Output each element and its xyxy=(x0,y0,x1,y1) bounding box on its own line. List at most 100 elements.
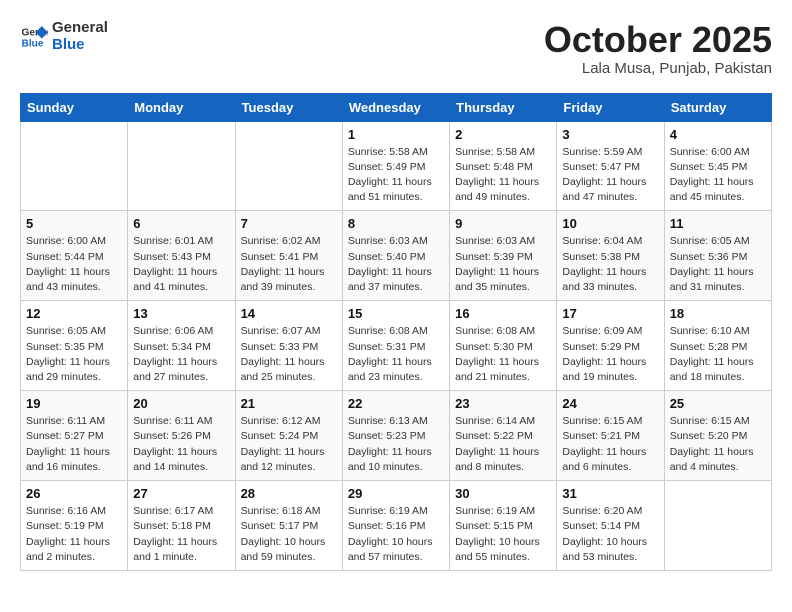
day-number: 23 xyxy=(455,396,551,411)
calendar-cell: 23 Sunrise: 6:14 AM Sunset: 5:22 PM Dayli… xyxy=(450,391,557,481)
weekday-header-sunday: Sunday xyxy=(21,93,128,121)
calendar-cell: 19 Sunrise: 6:11 AM Sunset: 5:27 PM Dayli… xyxy=(21,391,128,481)
calendar-cell: 7 Sunrise: 6:02 AM Sunset: 5:41 PM Daylig… xyxy=(235,211,342,301)
day-number: 26 xyxy=(26,486,122,501)
day-number: 25 xyxy=(670,396,766,411)
location-title: Lala Musa, Punjab, Pakistan xyxy=(544,60,772,77)
calendar-week-3: 12 Sunrise: 6:05 AM Sunset: 5:35 PM Dayli… xyxy=(21,301,772,391)
day-info: Sunrise: 6:12 AM Sunset: 5:24 PM Dayligh… xyxy=(241,414,337,475)
day-info: Sunrise: 5:59 AM Sunset: 5:47 PM Dayligh… xyxy=(562,145,658,206)
day-info: Sunrise: 6:17 AM Sunset: 5:18 PM Dayligh… xyxy=(133,504,229,565)
title-block: October 2025 Lala Musa, Punjab, Pakistan xyxy=(544,20,772,77)
day-info: Sunrise: 6:14 AM Sunset: 5:22 PM Dayligh… xyxy=(455,414,551,475)
calendar-cell: 10Sunrise: 6:04 AM Sunset: 5:38 PM Dayli… xyxy=(557,211,664,301)
day-number: 14 xyxy=(241,306,337,321)
calendar-cell: 4Sunrise: 6:00 AM Sunset: 5:45 PM Daylig… xyxy=(664,121,771,211)
day-number: 30 xyxy=(455,486,551,501)
day-info: Sunrise: 5:58 AM Sunset: 5:48 PM Dayligh… xyxy=(455,145,551,206)
calendar-cell: 30 Sunrise: 6:19 AM Sunset: 5:15 PM Dayli… xyxy=(450,481,557,571)
weekday-header-friday: Friday xyxy=(557,93,664,121)
day-number: 24 xyxy=(562,396,658,411)
day-number: 22 xyxy=(348,396,444,411)
calendar-cell: 13Sunrise: 6:06 AM Sunset: 5:34 PM Dayli… xyxy=(128,301,235,391)
day-info: Sunrise: 6:02 AM Sunset: 5:41 PM Dayligh… xyxy=(241,234,337,295)
calendar-cell: 25 Sunrise: 6:15 AM Sunset: 5:20 PM Dayli… xyxy=(664,391,771,481)
calendar-week-4: 19 Sunrise: 6:11 AM Sunset: 5:27 PM Dayli… xyxy=(21,391,772,481)
calendar-cell: 18Sunrise: 6:10 AM Sunset: 5:28 PM Dayli… xyxy=(664,301,771,391)
day-info: Sunrise: 6:01 AM Sunset: 5:43 PM Dayligh… xyxy=(133,234,229,295)
day-info: Sunrise: 6:18 AM Sunset: 5:17 PM Dayligh… xyxy=(241,504,337,565)
logo-icon: General Blue xyxy=(20,23,48,51)
calendar-cell: 29Sunrise: 6:19 AM Sunset: 5:16 PM Dayli… xyxy=(342,481,449,571)
logo-general: General xyxy=(52,20,108,37)
day-number: 28 xyxy=(241,486,337,501)
calendar-cell xyxy=(21,121,128,211)
calendar-week-5: 26 Sunrise: 6:16 AM Sunset: 5:19 PM Dayli… xyxy=(21,481,772,571)
weekday-header-thursday: Thursday xyxy=(450,93,557,121)
weekday-header-wednesday: Wednesday xyxy=(342,93,449,121)
day-number: 16 xyxy=(455,306,551,321)
day-number: 21 xyxy=(241,396,337,411)
day-info: Sunrise: 6:15 AM Sunset: 5:20 PM Dayligh… xyxy=(670,414,766,475)
day-number: 15 xyxy=(348,306,444,321)
calendar-cell: 9 Sunrise: 6:03 AM Sunset: 5:39 PM Daylig… xyxy=(450,211,557,301)
calendar-cell xyxy=(235,121,342,211)
calendar-cell: 8 Sunrise: 6:03 AM Sunset: 5:40 PM Daylig… xyxy=(342,211,449,301)
calendar-cell: 22 Sunrise: 6:13 AM Sunset: 5:23 PM Dayli… xyxy=(342,391,449,481)
day-info: Sunrise: 6:11 AM Sunset: 5:27 PM Dayligh… xyxy=(26,414,122,475)
day-number: 12 xyxy=(26,306,122,321)
day-number: 9 xyxy=(455,216,551,231)
calendar-cell: 3 Sunrise: 5:59 AM Sunset: 5:47 PM Daylig… xyxy=(557,121,664,211)
calendar-cell xyxy=(128,121,235,211)
day-info: Sunrise: 6:05 AM Sunset: 5:35 PM Dayligh… xyxy=(26,324,122,385)
day-info: Sunrise: 6:13 AM Sunset: 5:23 PM Dayligh… xyxy=(348,414,444,475)
day-number: 27 xyxy=(133,486,229,501)
calendar-cell: 27 Sunrise: 6:17 AM Sunset: 5:18 PM Dayli… xyxy=(128,481,235,571)
calendar-cell: 5 Sunrise: 6:00 AM Sunset: 5:44 PM Daylig… xyxy=(21,211,128,301)
weekday-header-row: SundayMondayTuesdayWednesdayThursdayFrid… xyxy=(21,93,772,121)
day-number: 19 xyxy=(26,396,122,411)
day-number: 4 xyxy=(670,127,766,142)
day-info: Sunrise: 6:19 AM Sunset: 5:16 PM Dayligh… xyxy=(348,504,444,565)
day-info: Sunrise: 6:09 AM Sunset: 5:29 PM Dayligh… xyxy=(562,324,658,385)
calendar-cell: 26 Sunrise: 6:16 AM Sunset: 5:19 PM Dayli… xyxy=(21,481,128,571)
day-number: 2 xyxy=(455,127,551,142)
day-info: Sunrise: 6:11 AM Sunset: 5:26 PM Dayligh… xyxy=(133,414,229,475)
calendar-cell: 1 Sunrise: 5:58 AM Sunset: 5:49 PM Daylig… xyxy=(342,121,449,211)
day-number: 13 xyxy=(133,306,229,321)
calendar-cell: 11 Sunrise: 6:05 AM Sunset: 5:36 PM Dayli… xyxy=(664,211,771,301)
day-info: Sunrise: 6:00 AM Sunset: 5:44 PM Dayligh… xyxy=(26,234,122,295)
day-info: Sunrise: 6:19 AM Sunset: 5:15 PM Dayligh… xyxy=(455,504,551,565)
calendar-cell: 15Sunrise: 6:08 AM Sunset: 5:31 PM Dayli… xyxy=(342,301,449,391)
weekday-header-saturday: Saturday xyxy=(664,93,771,121)
day-info: Sunrise: 6:03 AM Sunset: 5:39 PM Dayligh… xyxy=(455,234,551,295)
svg-text:Blue: Blue xyxy=(22,38,44,49)
day-number: 5 xyxy=(26,216,122,231)
day-info: Sunrise: 6:07 AM Sunset: 5:33 PM Dayligh… xyxy=(241,324,337,385)
day-number: 11 xyxy=(670,216,766,231)
day-number: 31 xyxy=(562,486,658,501)
calendar-cell: 31 Sunrise: 6:20 AM Sunset: 5:14 PM Dayli… xyxy=(557,481,664,571)
day-number: 3 xyxy=(562,127,658,142)
day-number: 17 xyxy=(562,306,658,321)
day-number: 1 xyxy=(348,127,444,142)
month-title: October 2025 xyxy=(544,20,772,60)
calendar-cell: 16Sunrise: 6:08 AM Sunset: 5:30 PM Dayli… xyxy=(450,301,557,391)
page-header: General Blue General Blue October 2025 L… xyxy=(20,20,772,77)
calendar-cell xyxy=(664,481,771,571)
day-info: Sunrise: 6:04 AM Sunset: 5:38 PM Dayligh… xyxy=(562,234,658,295)
day-info: Sunrise: 5:58 AM Sunset: 5:49 PM Dayligh… xyxy=(348,145,444,206)
calendar-cell: 12 Sunrise: 6:05 AM Sunset: 5:35 PM Dayli… xyxy=(21,301,128,391)
calendar-table: SundayMondayTuesdayWednesdayThursdayFrid… xyxy=(20,93,772,571)
day-info: Sunrise: 6:20 AM Sunset: 5:14 PM Dayligh… xyxy=(562,504,658,565)
calendar-cell: 6Sunrise: 6:01 AM Sunset: 5:43 PM Daylig… xyxy=(128,211,235,301)
calendar-cell: 21 Sunrise: 6:12 AM Sunset: 5:24 PM Dayli… xyxy=(235,391,342,481)
day-number: 7 xyxy=(241,216,337,231)
day-number: 8 xyxy=(348,216,444,231)
calendar-cell: 28 Sunrise: 6:18 AM Sunset: 5:17 PM Dayli… xyxy=(235,481,342,571)
calendar-week-1: 1 Sunrise: 5:58 AM Sunset: 5:49 PM Daylig… xyxy=(21,121,772,211)
calendar-cell: 20Sunrise: 6:11 AM Sunset: 5:26 PM Dayli… xyxy=(128,391,235,481)
day-info: Sunrise: 6:03 AM Sunset: 5:40 PM Dayligh… xyxy=(348,234,444,295)
day-info: Sunrise: 6:16 AM Sunset: 5:19 PM Dayligh… xyxy=(26,504,122,565)
day-info: Sunrise: 6:05 AM Sunset: 5:36 PM Dayligh… xyxy=(670,234,766,295)
